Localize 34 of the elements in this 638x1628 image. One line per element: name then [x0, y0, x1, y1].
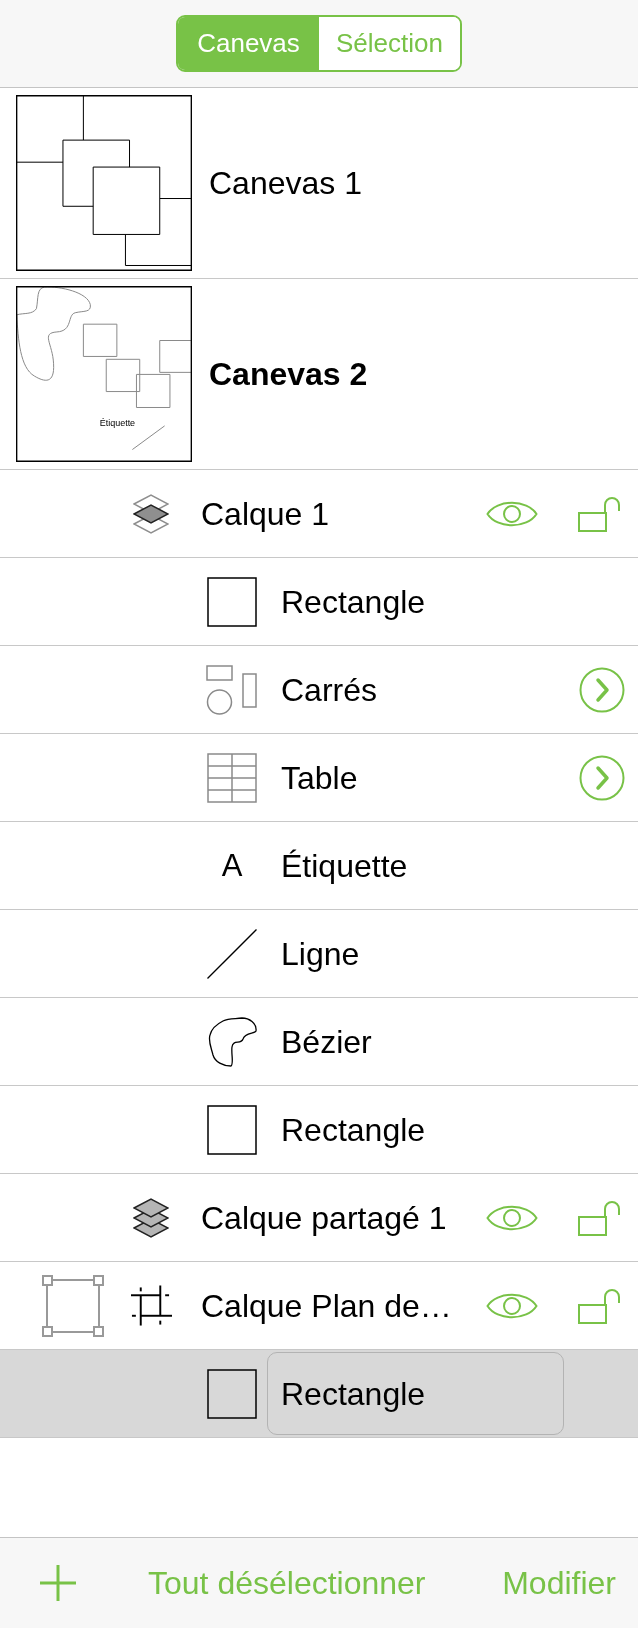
layer-name: Calque Plan de…: [201, 1286, 452, 1326]
canvas-name: Canevas 1: [209, 164, 362, 203]
open-padlock-icon[interactable]: [578, 495, 620, 532]
canvas-name: Canevas 2: [209, 355, 368, 394]
crop-marks-icon: [130, 1284, 172, 1327]
layer-name: Calque 1: [201, 494, 330, 534]
object-name: Rectangle: [281, 582, 426, 622]
layer-name: Calque partagé 1: [201, 1198, 447, 1238]
shared-layers-icon: [133, 1197, 169, 1238]
plus-icon: [39, 1565, 76, 1601]
object-name: Rectangle: [281, 1110, 426, 1150]
object-row[interactable]: Rectangle: [0, 1350, 638, 1438]
layers-icon: [133, 493, 169, 534]
object-name: Carrés: [281, 670, 377, 710]
shapes-group-icon: [206, 664, 258, 715]
text-icon: A: [221, 850, 243, 881]
add-button[interactable]: [39, 1564, 76, 1602]
artboard-frame-icon: [42, 1274, 104, 1337]
chevron-circle-icon[interactable]: [579, 754, 625, 801]
thumbnail-text: Étiquette: [99, 417, 136, 428]
table-icon: [207, 752, 257, 803]
square-icon: [207, 1368, 257, 1419]
open-padlock-icon[interactable]: [578, 1287, 620, 1324]
line-icon: [207, 928, 257, 979]
object-name: Bézier: [281, 1022, 372, 1062]
open-padlock-icon[interactable]: [578, 1199, 620, 1236]
square-icon: [207, 576, 257, 627]
name-field[interactable]: Rectangle: [267, 1352, 564, 1435]
freeform-shape-icon: [207, 1016, 257, 1067]
object-name: Étiquette: [281, 846, 408, 886]
chevron-circle-icon[interactable]: [579, 666, 625, 713]
square-icon: [207, 1104, 257, 1155]
object-name: Table: [281, 758, 358, 798]
object-name: Ligne: [281, 934, 360, 974]
